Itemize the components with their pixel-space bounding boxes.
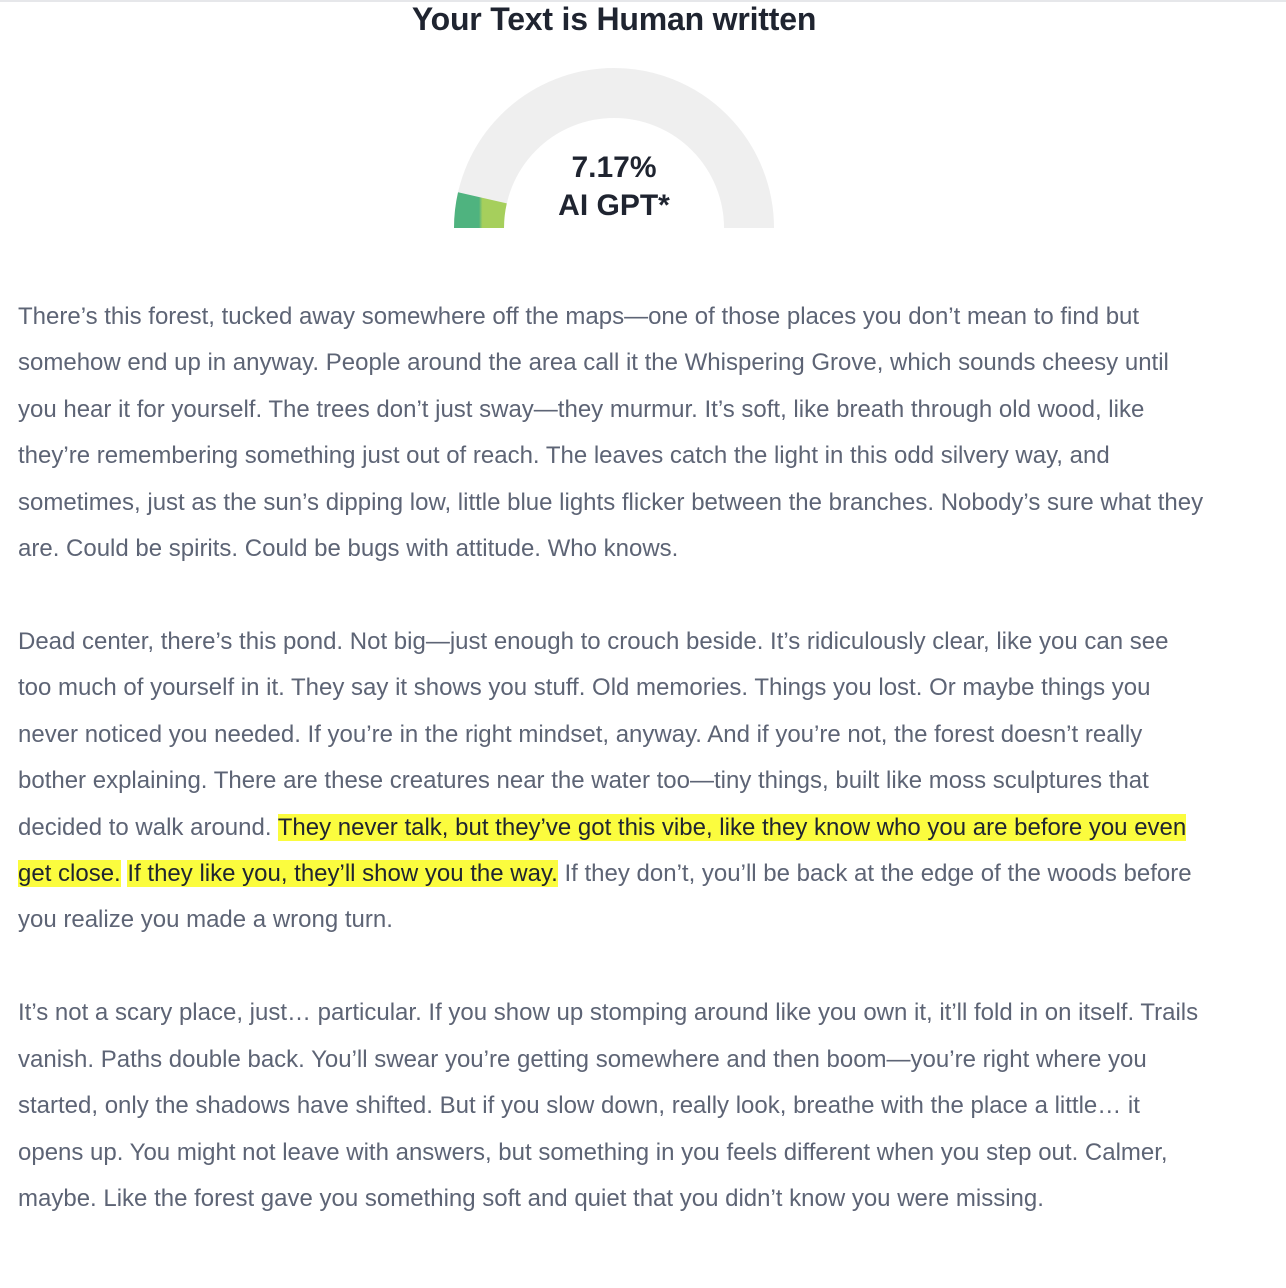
text-segment: It’s not a scary place, just… particular… [18,999,1199,1212]
result-title: Your Text is Human written [411,1,817,37]
text-paragraph: There’s this forest, tucked away somewhe… [18,294,1208,572]
analyzed-text: There’s this forest, tucked away somewhe… [18,294,1208,1269]
text-paragraph: Dead center, there’s this pond. Not big—… [18,619,1208,944]
text-paragraph: It’s not a scary place, just… particular… [18,990,1208,1222]
text-segment: Dead center, there’s this pond. Not big—… [18,627,1169,841]
ai-score-gauge: 7.17% AI GPT* [452,66,776,232]
ai-flagged-sentence: If they like you, they’ll show you the w… [127,859,558,887]
text-segment: There’s this forest, tucked away somewhe… [18,303,1204,563]
ai-percent-value: 7.17% [571,151,657,184]
ai-model-label: AI GPT* [558,189,670,222]
